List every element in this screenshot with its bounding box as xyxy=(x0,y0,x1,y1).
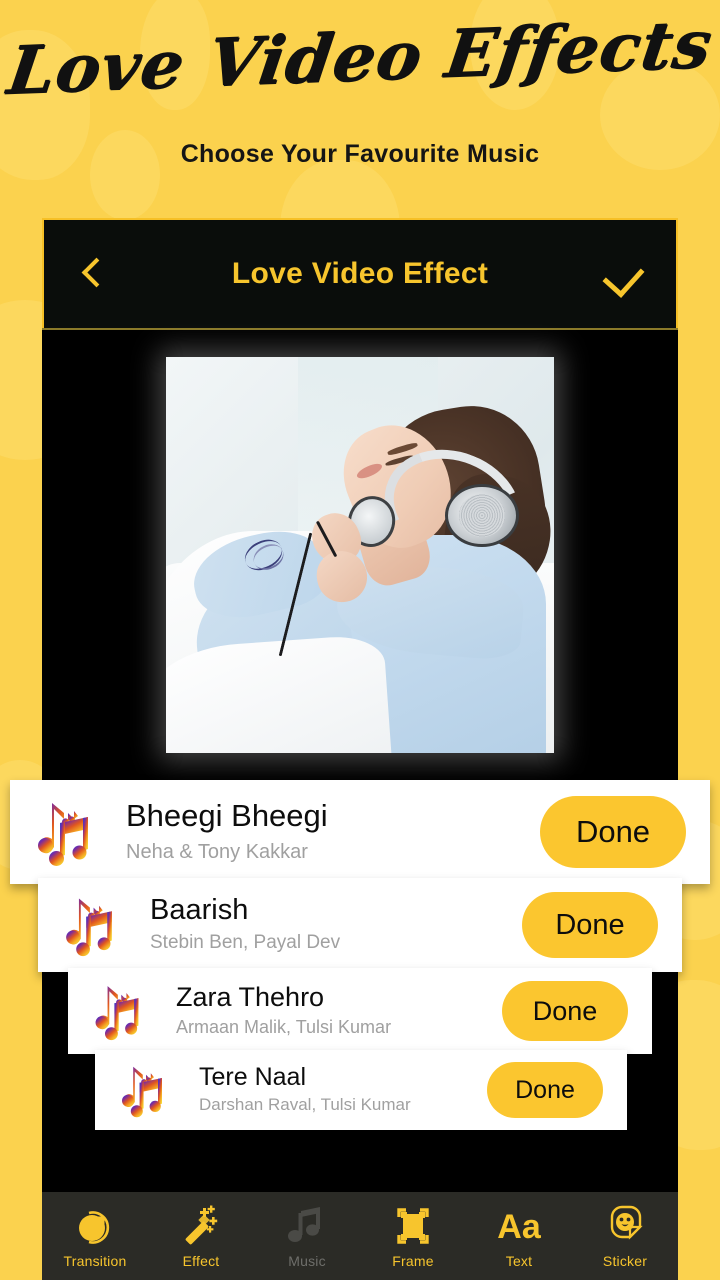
done-button[interactable]: Done xyxy=(487,1062,603,1118)
list-item[interactable]: Tere Naal Darshan Raval, Tulsi Kumar Don… xyxy=(95,1050,627,1130)
app-bar-title: Love Video Effect xyxy=(231,257,489,290)
list-item[interactable]: Zara Thehro Armaan Malik, Tulsi Kumar Do… xyxy=(68,968,652,1054)
song-info: Baarish Stebin Ben, Payal Dev xyxy=(150,894,522,955)
sticker-icon xyxy=(603,1203,647,1249)
toolbar-item-music[interactable]: Music xyxy=(254,1192,360,1280)
done-button[interactable]: Done xyxy=(502,981,628,1041)
text-aa-icon: Aa xyxy=(494,1203,544,1249)
page-subtitle: Choose Your Favourite Music xyxy=(180,140,540,168)
list-item[interactable]: Bheegi Bheegi Neha & Tony Kakkar Done xyxy=(10,780,710,884)
app-bar: Love Video Effect xyxy=(42,218,678,328)
toolbar-item-text[interactable]: Aa Text xyxy=(466,1192,572,1280)
song-title: Zara Thehro xyxy=(176,982,325,1013)
song-info: Zara Thehro Armaan Malik, Tulsi Kumar xyxy=(176,982,502,1040)
check-icon[interactable] xyxy=(606,257,640,291)
song-title: Baarish xyxy=(150,894,249,927)
toolbar-item-sticker[interactable]: Sticker xyxy=(572,1192,678,1280)
list-item[interactable]: Baarish Stebin Ben, Payal Dev Done xyxy=(38,878,682,972)
chevron-left-icon[interactable] xyxy=(80,256,102,292)
toolbar-label: Music xyxy=(288,1253,326,1269)
svg-text:Aa: Aa xyxy=(497,1208,542,1246)
song-title: Bheegi Bheegi xyxy=(126,798,328,834)
toolbar-item-effect[interactable]: Effect xyxy=(148,1192,254,1280)
song-artist: Darshan Raval, Tulsi Kumar xyxy=(199,1095,411,1115)
photo-blanket xyxy=(166,633,392,753)
bottom-toolbar: Transition Effect Music Frame Aa Text St… xyxy=(42,1192,678,1280)
song-info: Tere Naal Darshan Raval, Tulsi Kumar xyxy=(199,1063,487,1116)
song-artist: Stebin Ben, Payal Dev xyxy=(150,931,341,953)
music-note-icon xyxy=(117,1062,167,1118)
song-title: Tere Naal xyxy=(199,1063,306,1092)
music-note-icon xyxy=(60,893,118,957)
toolbar-label: Sticker xyxy=(602,1253,648,1269)
toolbar-label: Frame xyxy=(392,1253,434,1269)
page-header: Love Video Effects Choose Your Favourite… xyxy=(0,0,720,215)
song-artist: Neha & Tony Kakkar xyxy=(126,840,308,863)
toolbar-label: Text xyxy=(505,1253,533,1269)
preview-stage xyxy=(42,330,678,855)
song-artist: Armaan Malik, Tulsi Kumar xyxy=(176,1017,392,1038)
magic-wand-icon xyxy=(179,1203,223,1249)
music-note-icon xyxy=(285,1203,329,1249)
preview-photo xyxy=(166,357,554,753)
page-title: Love Video Effects xyxy=(3,4,717,110)
toolbar-item-transition[interactable]: Transition xyxy=(42,1192,148,1280)
preview-photo-frame[interactable] xyxy=(166,357,554,753)
done-button[interactable]: Done xyxy=(522,892,658,958)
toolbar-item-frame[interactable]: Frame xyxy=(360,1192,466,1280)
transition-icon xyxy=(73,1203,117,1249)
toolbar-label: Transition xyxy=(63,1253,127,1269)
toolbar-label: Effect xyxy=(182,1253,220,1269)
done-button[interactable]: Done xyxy=(540,796,686,868)
music-note-icon xyxy=(90,981,144,1041)
music-note-icon xyxy=(32,797,94,867)
song-info: Bheegi Bheegi Neha & Tony Kakkar xyxy=(126,798,540,865)
frame-icon xyxy=(391,1203,435,1249)
